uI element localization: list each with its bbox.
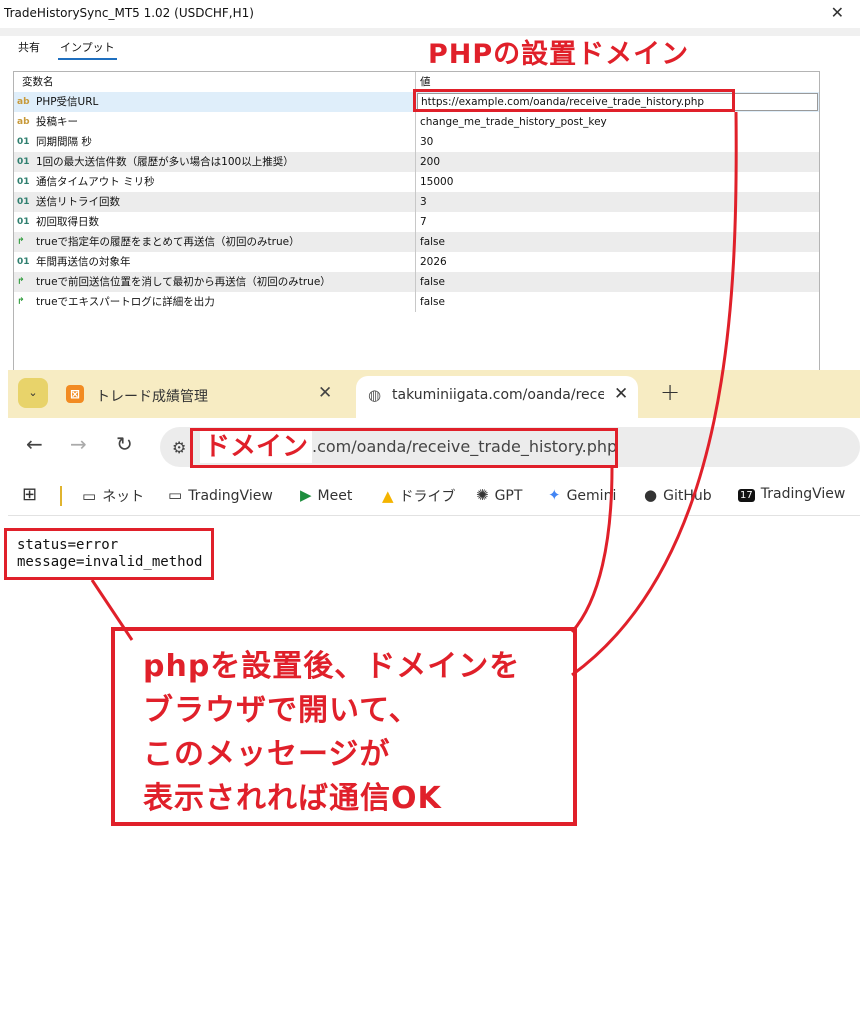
xampp-icon: ⊠ — [66, 385, 84, 403]
bookmark-item[interactable]: ✦ Gemini — [548, 486, 616, 504]
url-highlight-box — [413, 89, 735, 112]
bookmark-item[interactable]: 17 TradingView — [738, 486, 845, 502]
bookmark-separator — [60, 486, 62, 506]
note-line: ブラウザで開いて、 — [143, 693, 420, 728]
tab-common[interactable]: 共有 — [18, 39, 40, 55]
column-header-name[interactable]: 変数名 — [14, 72, 416, 92]
bookmark-item[interactable]: ▲ ドライブ — [382, 486, 456, 506]
openai-icon: ✺ — [476, 486, 489, 504]
annotation-php-domain: PHPの設置ドメイン — [428, 39, 690, 70]
table-row[interactable]: ab 投稿キー change_me_trade_history_post_key — [14, 112, 819, 132]
input-name: trueでエキスパートログに詳細を出力 — [14, 292, 416, 312]
input-name: 送信リトライ回数 — [14, 192, 416, 212]
input-value[interactable]: false — [416, 232, 819, 252]
table-row[interactable]: 01 同期間隔 秒 30 — [14, 132, 819, 152]
table-row[interactable]: ↱ trueでエキスパートログに詳細を出力 false — [14, 292, 819, 312]
table-row[interactable]: ↱ trueで前回送信位置を消して最初から再送信（初回のみtrue） false — [14, 272, 819, 292]
response-highlight-box: status=error message=invalid_method — [4, 528, 214, 580]
bookmark-label: TradingView — [188, 488, 273, 504]
input-value[interactable]: 200 — [416, 152, 819, 172]
close-tab-icon[interactable]: ✕ — [614, 384, 628, 404]
response-message: message=invalid_method — [17, 554, 203, 570]
folder-icon: ▭ — [82, 487, 97, 505]
input-name: 初回取得日数 — [14, 212, 416, 232]
input-name: PHP受信URL — [14, 92, 416, 112]
table-row[interactable]: 01 送信リトライ回数 3 — [14, 192, 819, 212]
input-value[interactable]: 7 — [416, 212, 819, 232]
input-value[interactable]: 30 — [416, 132, 819, 152]
tab-title: トレード成績管理 — [96, 389, 208, 405]
instruction-note: phpを設置後、ドメインを ブラウザで開いて、 このメッセージが 表示されれば通… — [111, 627, 577, 826]
tab-inputs[interactable]: インプット — [58, 39, 117, 60]
bookmark-item[interactable]: ▭ ネット — [82, 486, 144, 506]
bookmark-item[interactable]: ▭ TradingView — [168, 486, 273, 504]
bookmark-label: TradingView — [760, 486, 846, 502]
bookmark-label: Meet — [317, 488, 353, 504]
bookmark-item[interactable]: ▶ Meet — [300, 486, 352, 504]
input-value[interactable]: 2026 — [416, 252, 819, 272]
github-icon: ● — [644, 486, 658, 504]
browser-tab-inactive[interactable]: ⊠ トレード成績管理 ✕ — [64, 376, 354, 414]
note-line: 表示されれば通信OK — [143, 781, 442, 816]
input-value[interactable]: 3 — [416, 192, 819, 212]
browser-tabstrip: ⌄ ⊠ トレード成績管理 ✕ ◍ takuminiigata.com/oanda… — [8, 370, 860, 418]
window-titlebar: TradeHistorySync_MT5 1.02 (USDCHF,H1) ✕ — [0, 0, 860, 28]
note-line: このメッセージが — [143, 737, 391, 772]
bookmark-label: Gemini — [566, 488, 617, 504]
bookmark-item[interactable]: ✺ GPT — [476, 486, 522, 504]
reload-icon[interactable]: ↻ — [116, 432, 133, 456]
inputs-grid: 変数名 値 ab PHP受信URL https://example.com/oa… — [13, 71, 820, 371]
input-name: 同期間隔 秒 — [14, 132, 416, 152]
input-value[interactable]: false — [416, 272, 819, 292]
input-value[interactable]: change_me_trade_history_post_key — [416, 112, 819, 132]
meet-icon: ▶ — [300, 486, 312, 504]
new-tab-icon[interactable]: + — [660, 378, 680, 406]
input-name: 1回の最大送信件数（履歴が多い場合は100以上推奨） — [14, 152, 416, 172]
browser-tab-active[interactable]: ◍ takuminiigata.com/oanda/receive_trade_… — [356, 376, 638, 418]
table-row[interactable]: 01 初回取得日数 7 — [14, 212, 819, 232]
table-row[interactable]: 01 通信タイムアウト ミリ秒 15000 — [14, 172, 819, 192]
bookmark-label: ドライブ — [399, 489, 456, 505]
globe-icon: ◍ — [368, 386, 382, 404]
input-name: trueで指定年の履歴をまとめて再送信（初回のみtrue） — [14, 232, 416, 252]
apps-grid-icon[interactable]: ⊞ — [22, 484, 37, 505]
tab-search-button[interactable]: ⌄ — [18, 378, 48, 408]
window-title: TradeHistorySync_MT5 1.02 (USDCHF,H1) — [4, 6, 254, 20]
address-highlight-box — [190, 428, 618, 468]
note-line: phpを設置後、ドメインを — [143, 649, 521, 684]
bookmark-label: ネット — [102, 489, 145, 505]
bookmarks-bar: ⊞ ▭ ネット ▭ TradingView ▶ Meet ▲ ドライブ ✺ GPT ✦ Ge… — [8, 476, 860, 516]
site-settings-icon[interactable]: ⚙ — [172, 438, 186, 457]
tradingview-icon: 17 — [738, 489, 755, 502]
input-name: 年間再送信の対象年 — [14, 252, 416, 272]
close-tab-icon[interactable]: ✕ — [318, 383, 332, 403]
table-row[interactable]: ↱ trueで指定年の履歴をまとめて再送信（初回のみtrue） false — [14, 232, 819, 252]
forward-icon[interactable]: → — [70, 432, 87, 456]
folder-icon: ▭ — [168, 486, 183, 504]
input-value[interactable]: false — [416, 292, 819, 312]
back-icon[interactable]: ← — [26, 432, 43, 456]
input-value[interactable]: 15000 — [416, 172, 819, 192]
drive-icon: ▲ — [382, 487, 394, 505]
input-name: 通信タイムアウト ミリ秒 — [14, 172, 416, 192]
table-row[interactable]: 01 1回の最大送信件数（履歴が多い場合は100以上推奨） 200 — [14, 152, 819, 172]
gemini-icon: ✦ — [548, 486, 561, 504]
bookmark-label: GPT — [494, 488, 523, 504]
close-icon[interactable]: ✕ — [831, 3, 844, 22]
tab-title: takuminiigata.com/oanda/receive_trade_hi… — [392, 387, 604, 403]
bookmark-item[interactable]: ● GitHub — [644, 486, 712, 504]
input-name: 投稿キー — [14, 112, 416, 132]
response-status: status=error — [17, 537, 119, 553]
bookmark-label: GitHub — [663, 488, 712, 504]
input-name: trueで前回送信位置を消して最初から再送信（初回のみtrue） — [14, 272, 416, 292]
table-row[interactable]: 01 年間再送信の対象年 2026 — [14, 252, 819, 272]
chevron-down-icon: ⌄ — [28, 386, 38, 399]
